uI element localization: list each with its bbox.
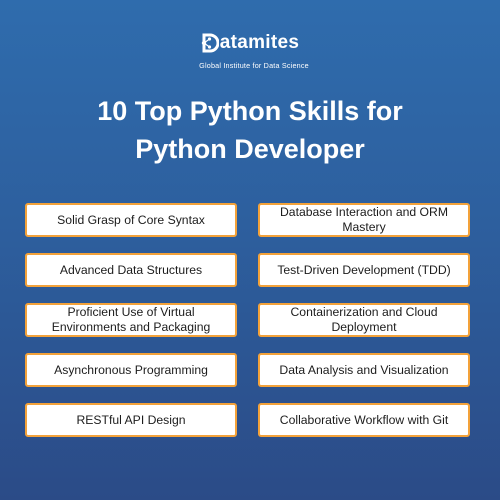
skill-card: Proficient Use of Virtual Environments a… [25,303,237,337]
skill-label: Advanced Data Structures [59,262,203,277]
skill-card: Advanced Data Structures [25,253,237,287]
skill-card: Containerization and Cloud Deployment [258,303,470,337]
skill-card: Data Analysis and Visualization [258,353,470,387]
skill-label: Collaborative Workflow with Git [279,412,449,427]
title-line-2: Python Developer [135,134,365,164]
brand-name: atamites [219,32,300,53]
logo-row: atamites [201,32,300,54]
skill-card: Database Interaction and ORM Mastery [258,203,470,237]
skill-card: RESTful API Design [25,403,237,437]
skill-card: Solid Grasp of Core Syntax [25,203,237,237]
skill-label: RESTful API Design [76,412,186,427]
skill-card: Test-Driven Development (TDD) [258,253,470,287]
skill-label: Solid Grasp of Core Syntax [57,212,205,227]
page-title: 10 Top Python Skills for Python Develope… [0,92,500,168]
title-line-1: 10 Top Python Skills for [97,96,403,126]
skill-label: Database Interaction and ORM Mastery [279,205,448,234]
skill-label: Asynchronous Programming [54,362,208,377]
skill-label: Containerization and Cloud Deployment [290,305,438,334]
brand-tagline: Global Institute for Data Science [199,61,309,70]
skill-card: Collaborative Workflow with Git [258,403,470,437]
skill-label: Test-Driven Development (TDD) [277,262,451,277]
skill-label: Proficient Use of Virtual Environments a… [51,305,211,334]
skill-label: Data Analysis and Visualization [279,362,449,377]
datamites-d-mark-icon [201,33,219,53]
infographic-page: atamites Global Institute for Data Scien… [0,0,500,500]
skill-card: Asynchronous Programming [25,353,237,387]
brand-logo: atamites Global Institute for Data Scien… [0,32,500,71]
